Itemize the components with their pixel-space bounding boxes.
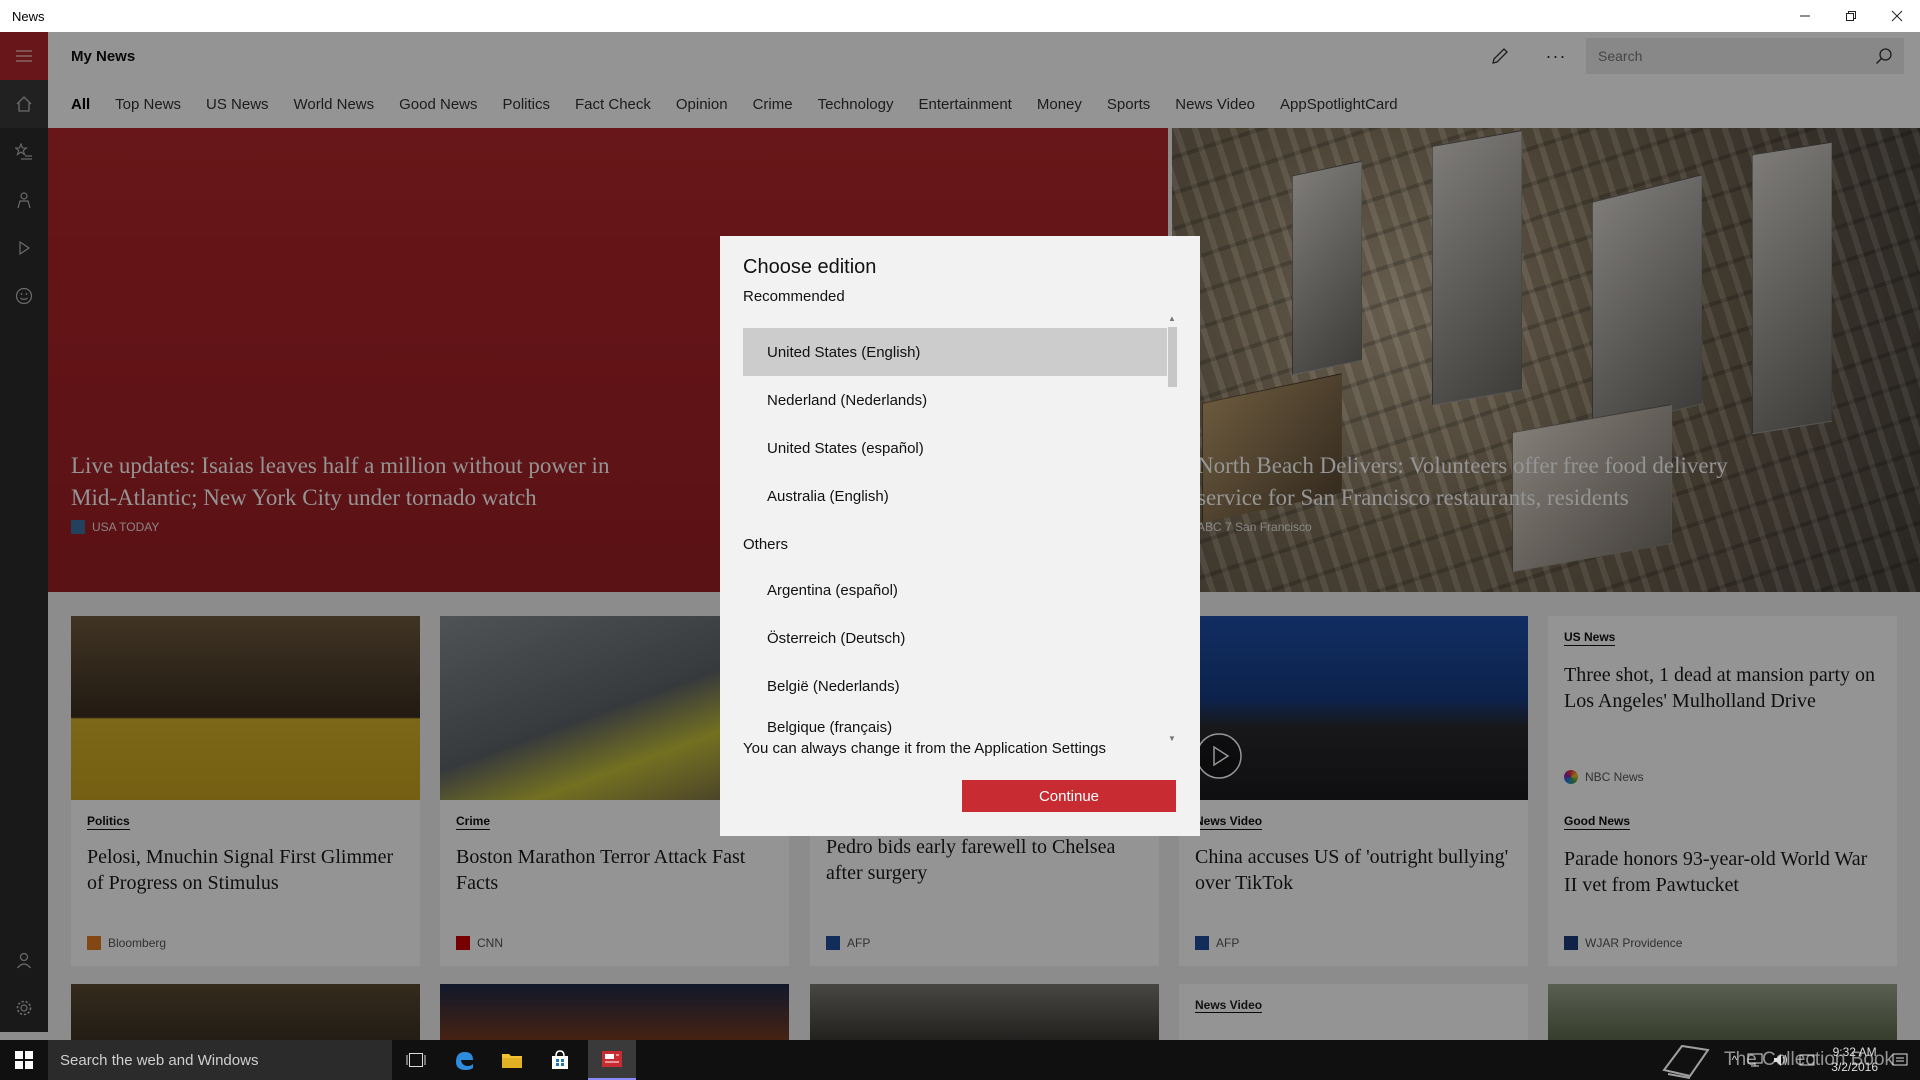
taskbar-edge[interactable] xyxy=(440,1040,488,1080)
start-button[interactable] xyxy=(0,1040,48,1080)
edition-list-scrollbar[interactable]: ▲ ▼ xyxy=(1167,314,1177,744)
app-title: News xyxy=(12,8,45,24)
scroll-up-icon[interactable]: ▲ xyxy=(1167,314,1177,324)
minimize-icon xyxy=(1800,15,1810,17)
folder-icon xyxy=(502,1054,522,1068)
taskbar-search-box[interactable]: Search the web and Windows xyxy=(48,1040,392,1080)
news-app-icon xyxy=(602,1051,622,1067)
scroll-down-icon[interactable]: ▼ xyxy=(1167,734,1177,744)
edition-option[interactable]: Australia (English) xyxy=(743,472,1167,520)
volume-icon[interactable] xyxy=(1773,1053,1789,1067)
system-tray: ^ 9:32 AM 3/2/2016 xyxy=(1732,1040,1920,1080)
restore-icon xyxy=(1846,11,1856,21)
book-logo-icon xyxy=(1662,1044,1710,1079)
windows-logo-icon xyxy=(15,1051,33,1069)
task-view-icon xyxy=(406,1053,426,1067)
edition-list[interactable]: United States (English) Nederland (Neder… xyxy=(743,314,1177,744)
taskbar-search-text: Search the web and Windows xyxy=(60,1051,259,1069)
restore-button[interactable] xyxy=(1828,0,1874,32)
taskbar-store[interactable] xyxy=(536,1040,584,1080)
network-icon[interactable] xyxy=(1747,1053,1763,1067)
edition-option[interactable]: Österreich (Deutsch) xyxy=(743,614,1167,662)
dialog-title: Choose edition xyxy=(743,256,877,278)
dialog-hint: You can always change it from the Applic… xyxy=(743,740,1107,757)
store-bag-icon xyxy=(552,1050,568,1069)
title-bar: News xyxy=(0,0,1920,32)
choose-edition-dialog: Choose edition Recommended United States… xyxy=(720,236,1200,836)
action-center-icon[interactable] xyxy=(1892,1052,1908,1068)
input-indicator-icon[interactable] xyxy=(1799,1053,1815,1067)
clock-time: 9:32 AM xyxy=(1832,1045,1877,1059)
scrollbar-thumb[interactable] xyxy=(1168,327,1177,387)
edition-option[interactable]: United States (español) xyxy=(743,424,1167,472)
continue-button[interactable]: Continue xyxy=(962,780,1176,812)
taskbar-news-app[interactable] xyxy=(588,1040,636,1080)
others-label: Others xyxy=(743,535,789,553)
taskbar-file-explorer[interactable] xyxy=(488,1040,536,1080)
tray-chevron-up-icon[interactable]: ^ xyxy=(1732,1053,1738,1067)
edition-option[interactable]: Argentina (español) xyxy=(743,566,1167,614)
edge-browser-icon xyxy=(456,1052,473,1070)
task-view-button[interactable] xyxy=(392,1040,440,1080)
edition-option[interactable]: United States (English) xyxy=(743,328,1167,376)
recommended-label: Recommended xyxy=(743,288,845,305)
clock-date: 3/2/2016 xyxy=(1831,1060,1878,1074)
minimize-button[interactable] xyxy=(1782,0,1828,32)
clock[interactable]: 9:32 AM 3/2/2016 xyxy=(1831,1045,1878,1075)
edition-option[interactable]: Belgique (français) xyxy=(743,710,1167,744)
window-controls xyxy=(1782,0,1920,32)
taskbar: Search the web and Windows The Collectio… xyxy=(0,1040,1920,1080)
close-icon xyxy=(1891,10,1903,22)
edition-option[interactable]: België (Nederlands) xyxy=(743,662,1167,710)
close-button[interactable] xyxy=(1874,0,1920,32)
edition-option[interactable]: Nederland (Nederlands) xyxy=(743,376,1167,424)
